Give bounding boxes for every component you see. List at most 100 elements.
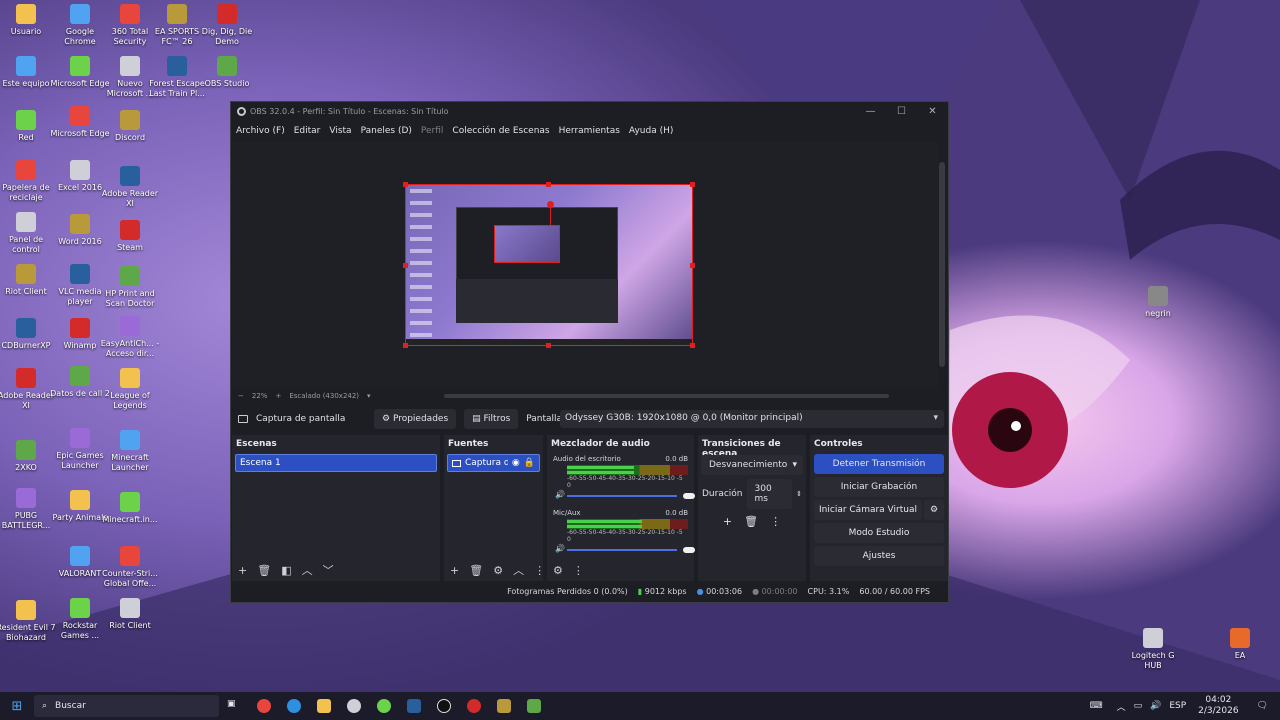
- language-indicator[interactable]: ESP: [1169, 701, 1186, 711]
- filter-icon[interactable]: ◧: [281, 564, 291, 577]
- stepper-icon[interactable]: ⇕: [796, 490, 802, 498]
- resize-handle-tl[interactable]: [403, 182, 408, 187]
- desktop-icon[interactable]: Papelera de reciclaje: [0, 160, 56, 203]
- menu-perfil[interactable]: Perfil: [421, 126, 444, 136]
- steam-icon[interactable]: [407, 699, 421, 713]
- properties-button[interactable]: ⚙ Propiedades: [374, 409, 457, 429]
- menu-editar[interactable]: Editar: [294, 126, 321, 136]
- gear-icon[interactable]: ⚙: [493, 564, 503, 577]
- gear-icon[interactable]: ⚙: [924, 500, 944, 520]
- desktop-icon[interactable]: Riot Client: [0, 264, 56, 297]
- lock-icon[interactable]: 🔒: [524, 458, 535, 468]
- rotation-handle[interactable]: [547, 201, 554, 208]
- desktop-icon[interactable]: Discord: [100, 110, 160, 143]
- desktop-icon[interactable]: Adobe Reader XI: [100, 166, 160, 209]
- maximize-button[interactable]: ☐: [886, 106, 917, 117]
- desktop-icon[interactable]: HP Print and Scan Doctor: [100, 266, 160, 309]
- desktop-icon[interactable]: Panel de control: [0, 212, 56, 255]
- more-icon[interactable]: ⋮: [534, 564, 545, 577]
- resize-handle-l[interactable]: [403, 263, 408, 268]
- obs-window[interactable]: OBS 32.0.4 - Perfil: Sin Título - Escena…: [230, 101, 949, 603]
- preview-horizontal-scrollbar[interactable]: [444, 394, 889, 398]
- task-view-icon[interactable]: ▣: [227, 699, 241, 713]
- scale-dropdown-icon[interactable]: ▾: [367, 392, 371, 400]
- resize-handle-tr[interactable]: [690, 182, 695, 187]
- preview-canvas[interactable]: [232, 142, 938, 389]
- desktop-icon[interactable]: Minecraft.in...: [100, 492, 160, 525]
- clock[interactable]: 04:02 2/3/2026: [1198, 695, 1238, 717]
- volume-slider[interactable]: 🔊: [555, 544, 695, 555]
- league-icon[interactable]: [497, 699, 511, 713]
- studio-mode-button[interactable]: Modo Estudio: [814, 523, 944, 543]
- desktop-icon[interactable]: Counter-Stri... Global Offe...: [100, 546, 160, 589]
- search-box[interactable]: ⌕ Buscar: [34, 695, 219, 717]
- desktop-icon[interactable]: EA: [1210, 628, 1270, 661]
- edge-icon[interactable]: [287, 699, 301, 713]
- desktop-icon[interactable]: 2XKO: [0, 440, 56, 473]
- desktop-icon[interactable]: CDBurnerXP: [0, 318, 56, 351]
- desktop-icon[interactable]: OBS Studio: [197, 56, 257, 89]
- screen-select[interactable]: Odyssey G30B: 1920x1080 @ 0,0 (Monitor p…: [560, 410, 944, 428]
- speaker-icon[interactable]: 🔊: [555, 490, 565, 499]
- keyboard-icon[interactable]: ⌨: [1090, 701, 1103, 711]
- desktop-icon[interactable]: Steam: [100, 220, 160, 253]
- obs-titlebar[interactable]: OBS 32.0.4 - Perfil: Sin Título - Escena…: [231, 102, 948, 121]
- minimize-button[interactable]: —: [855, 106, 886, 117]
- desktop-icon[interactable]: Adobe Reader XI: [0, 368, 56, 411]
- volume-knob[interactable]: [683, 547, 695, 553]
- arrow-up-icon[interactable]: ︿: [302, 562, 313, 578]
- more-icon[interactable]: ⋮: [770, 515, 781, 528]
- menu-paneles[interactable]: Paneles (D): [361, 126, 412, 136]
- resize-handle-r[interactable]: [690, 263, 695, 268]
- menu-archivo[interactable]: Archivo (F): [236, 126, 285, 136]
- stop-streaming-button[interactable]: Detener Transmisión: [814, 454, 944, 474]
- transition-select[interactable]: Desvanecimiento ▾: [701, 455, 803, 475]
- volume-knob[interactable]: [683, 493, 695, 499]
- zoom-out-button[interactable]: −: [238, 392, 244, 400]
- chrome-icon[interactable]: [257, 699, 271, 713]
- settings-button[interactable]: Ajustes: [814, 546, 944, 566]
- desktop-icon[interactable]: PUBG BATTLEGR...: [0, 488, 56, 531]
- menu-ayuda[interactable]: Ayuda (H): [629, 126, 673, 136]
- resize-handle-bl[interactable]: [403, 343, 408, 348]
- desktop-icon[interactable]: Este equipo: [0, 56, 56, 89]
- discord-icon[interactable]: [347, 699, 361, 713]
- more-icon[interactable]: ⋮: [573, 564, 584, 577]
- windows-start-icon[interactable]: ⊞: [0, 699, 34, 714]
- menu-vista[interactable]: Vista: [329, 126, 351, 136]
- start-virtual-camera-button[interactable]: Iniciar Cámara Virtual: [814, 500, 922, 520]
- start-recording-button[interactable]: Iniciar Grabación: [814, 477, 944, 497]
- resize-handle-br[interactable]: [690, 343, 695, 348]
- screen-capture-preview[interactable]: [405, 184, 693, 346]
- preview-vertical-scrollbar[interactable]: [939, 162, 945, 367]
- total-security-icon[interactable]: [377, 699, 391, 713]
- volume-slider[interactable]: 🔊: [555, 490, 695, 501]
- eye-icon[interactable]: ◉: [512, 458, 520, 468]
- file-explorer-icon[interactable]: [317, 699, 331, 713]
- obs-taskbar-icon[interactable]: [437, 699, 451, 713]
- add-icon[interactable]: +: [450, 564, 459, 577]
- notifications-icon[interactable]: 🗨: [1257, 701, 1268, 711]
- scene-item[interactable]: Escena 1: [235, 454, 437, 472]
- desktop-icon[interactable]: Dig, Dig, Die Demo: [197, 4, 257, 47]
- arrow-up-icon[interactable]: ︿: [513, 562, 524, 578]
- add-icon[interactable]: +: [238, 564, 247, 577]
- desktop-icon[interactable]: Minecraft Launcher: [100, 430, 160, 473]
- resize-handle-b[interactable]: [546, 343, 551, 348]
- trash-icon[interactable]: 🗑: [469, 564, 483, 577]
- riot-client-icon[interactable]: [467, 699, 481, 713]
- desktop-icon[interactable]: EasyAntiCh... - Acceso dir...: [100, 316, 160, 359]
- desktop-icon[interactable]: Usuario: [0, 4, 56, 37]
- trash-icon[interactable]: 🗑: [257, 564, 271, 577]
- source-item[interactable]: Captura d ◉ 🔒: [447, 454, 540, 472]
- desktop-icon[interactable]: League of Legends: [100, 368, 160, 411]
- speaker-icon[interactable]: 🔊: [555, 544, 565, 553]
- arrow-down-icon[interactable]: ﹀: [323, 562, 334, 578]
- desktop-icon[interactable]: Logitech G HUB: [1123, 628, 1183, 671]
- desktop-icon[interactable]: Riot Client: [100, 598, 160, 631]
- close-button[interactable]: ✕: [917, 106, 948, 117]
- desktop-icon[interactable]: Resident Evil 7 Biohazard: [0, 600, 56, 643]
- desktop-icon[interactable]: negrin: [1128, 286, 1188, 319]
- volume-icon[interactable]: 🔊: [1150, 701, 1161, 711]
- filters-button[interactable]: ▤ Filtros: [464, 409, 519, 429]
